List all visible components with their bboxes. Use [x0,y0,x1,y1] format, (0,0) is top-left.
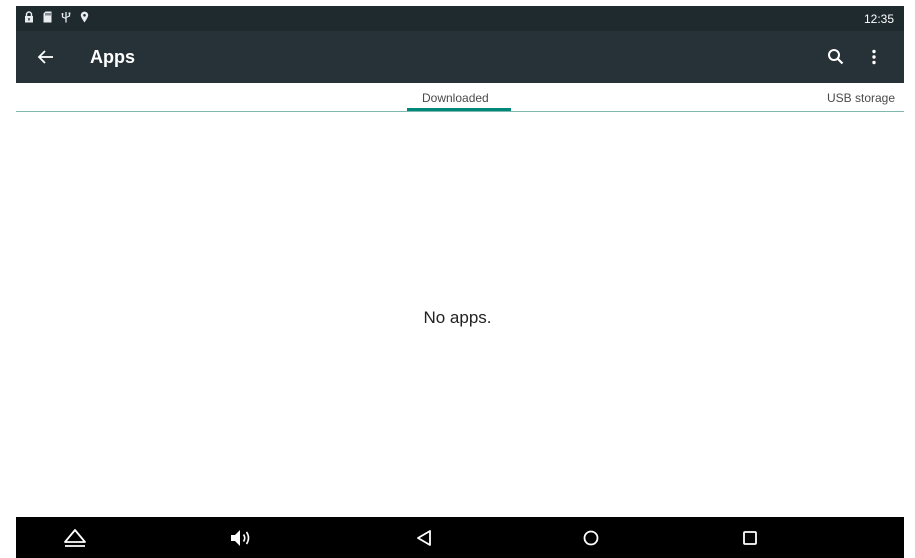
empty-state-message: No apps. [423,308,492,327]
navigation-bar [16,517,904,558]
status-clock: 12:35 [863,12,894,26]
app-bar: Apps [16,31,904,83]
page-title: Apps [90,47,135,67]
recents-square-icon [743,531,757,545]
sd-card-icon [43,11,52,23]
right-margin [904,0,915,558]
home-circle-icon [583,530,599,546]
search-button[interactable] [824,45,848,69]
tab-selected-indicator [407,108,511,111]
volume-icon [231,530,250,546]
recents-button[interactable] [737,525,763,551]
tab-downloaded[interactable]: Downloaded [422,91,489,105]
more-vert-icon [872,49,876,65]
tab-bar: Downloaded USB storage [16,83,904,112]
tab-usb-storage[interactable]: USB storage [827,91,895,105]
back-nav-button[interactable] [411,525,437,551]
eject-icon [64,529,86,547]
search-icon [828,49,844,65]
left-margin [0,0,16,558]
usb-icon [61,11,71,23]
status-icons [24,11,89,23]
arrow-left-icon [37,50,53,64]
overflow-menu-button[interactable] [864,45,884,69]
status-bar: 12:35 [16,6,904,31]
back-triangle-icon [417,530,431,546]
volume-button[interactable] [228,525,254,551]
back-button[interactable] [32,43,60,71]
lock-icon [24,11,34,23]
home-button[interactable] [578,525,604,551]
eject-button[interactable] [62,525,88,551]
location-pin-icon [80,11,89,23]
